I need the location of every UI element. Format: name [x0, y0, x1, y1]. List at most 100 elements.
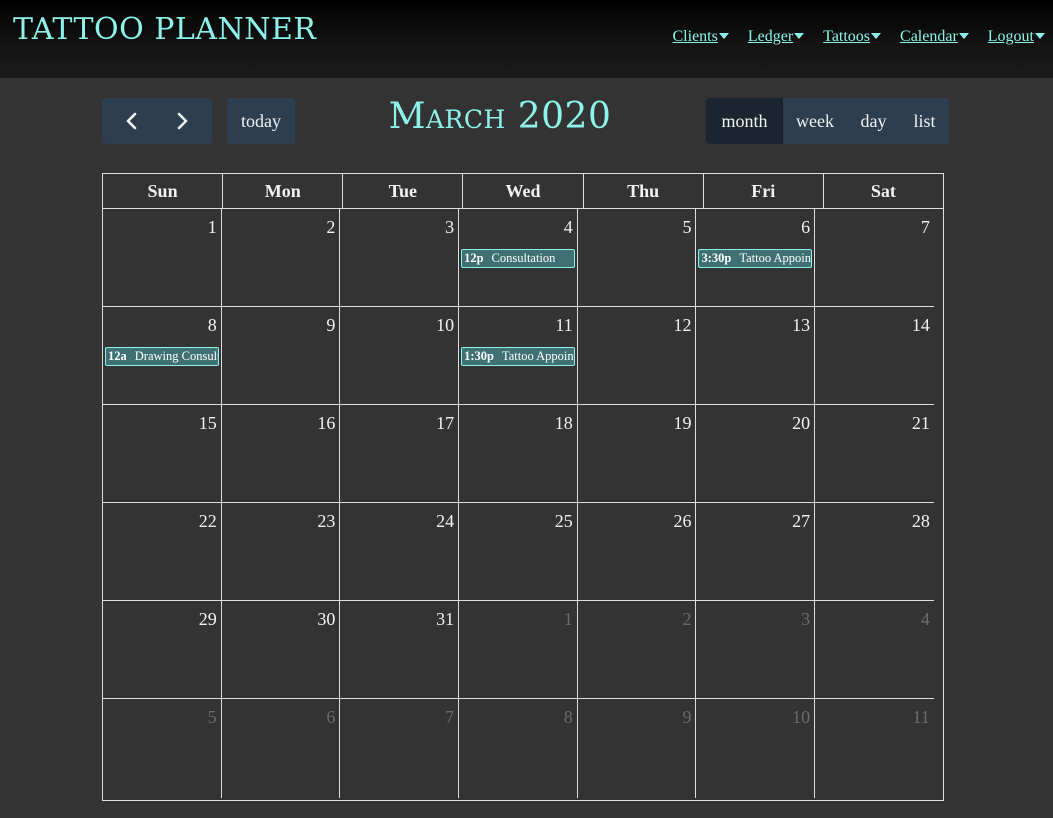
day-cell[interactable]: 23: [222, 503, 341, 600]
day-cell[interactable]: 5: [578, 209, 697, 306]
day-cell[interactable]: 8: [459, 699, 578, 798]
day-cell[interactable]: 20: [696, 405, 816, 502]
day-cell[interactable]: 29: [103, 601, 222, 698]
day-number[interactable]: 28: [912, 511, 930, 532]
day-cell[interactable]: 31: [340, 601, 460, 698]
day-number[interactable]: 27: [792, 511, 810, 532]
day-number[interactable]: 12: [673, 315, 691, 336]
calendar-event[interactable]: 3:30p Tattoo Appointment: [698, 249, 813, 268]
day-number[interactable]: 5: [682, 217, 691, 238]
day-cell[interactable]: 4: [815, 601, 934, 698]
day-number[interactable]: 25: [555, 511, 573, 532]
day-cell[interactable]: 10: [340, 307, 460, 404]
day-number[interactable]: 7: [921, 217, 930, 238]
day-cell[interactable]: 9: [578, 699, 697, 798]
day-number[interactable]: 19: [673, 413, 691, 434]
day-cell[interactable]: 2: [578, 601, 697, 698]
day-number[interactable]: 10: [436, 315, 454, 336]
nav-tattoos[interactable]: Tattoos: [823, 28, 882, 46]
day-cell[interactable]: 18: [459, 405, 578, 502]
day-number[interactable]: 31: [436, 609, 454, 630]
day-number[interactable]: 16: [317, 413, 335, 434]
day-number[interactable]: 29: [199, 609, 217, 630]
day-number[interactable]: 14: [912, 315, 930, 336]
day-cell[interactable]: 2: [222, 209, 341, 306]
day-number[interactable]: 9: [682, 707, 691, 728]
day-number[interactable]: 30: [317, 609, 335, 630]
prev-button[interactable]: [110, 98, 154, 144]
day-number[interactable]: 4: [564, 217, 573, 238]
day-number[interactable]: 11: [555, 315, 572, 336]
day-cell[interactable]: 21: [815, 405, 934, 502]
day-cell[interactable]: 4 12p Consultation: [459, 209, 578, 306]
day-cell[interactable]: 25: [459, 503, 578, 600]
day-cell[interactable]: 1: [459, 601, 578, 698]
day-number[interactable]: 18: [555, 413, 573, 434]
day-number[interactable]: 6: [801, 217, 810, 238]
day-cell[interactable]: 9: [222, 307, 341, 404]
day-cell[interactable]: 6: [222, 699, 341, 798]
day-number[interactable]: 1: [208, 217, 217, 238]
day-cell[interactable]: 6 3:30p Tattoo Appointment: [696, 209, 816, 306]
day-number[interactable]: 7: [445, 707, 454, 728]
calendar-event[interactable]: 12p Consultation: [461, 249, 575, 268]
day-cell[interactable]: 24: [340, 503, 460, 600]
view-day-button[interactable]: day: [847, 98, 900, 144]
day-cell[interactable]: 5: [103, 699, 222, 798]
day-cell[interactable]: 17: [340, 405, 460, 502]
nav-ledger[interactable]: Ledger: [748, 28, 805, 46]
calendar-event[interactable]: 1:30p Tattoo Appointment: [461, 347, 575, 366]
day-cell[interactable]: 27: [696, 503, 816, 600]
day-number[interactable]: 3: [801, 609, 810, 630]
day-number[interactable]: 8: [208, 315, 217, 336]
day-number[interactable]: 8: [564, 707, 573, 728]
day-number[interactable]: 11: [912, 707, 929, 728]
day-number[interactable]: 22: [199, 511, 217, 532]
day-number[interactable]: 24: [436, 511, 454, 532]
today-button[interactable]: today: [227, 98, 295, 144]
day-cell[interactable]: 12: [578, 307, 697, 404]
day-number[interactable]: 2: [682, 609, 691, 630]
day-cell[interactable]: 3: [340, 209, 460, 306]
day-number[interactable]: 6: [326, 707, 335, 728]
nav-clients[interactable]: Clients: [673, 28, 729, 46]
day-cell[interactable]: 10: [696, 699, 816, 798]
day-cell[interactable]: 11: [815, 699, 934, 798]
day-number[interactable]: 4: [921, 609, 930, 630]
view-month-button[interactable]: month: [706, 98, 783, 144]
day-number[interactable]: 3: [445, 217, 454, 238]
day-cell[interactable]: 22: [103, 503, 222, 600]
day-cell[interactable]: 28: [815, 503, 934, 600]
view-list-button[interactable]: list: [900, 98, 949, 144]
day-number[interactable]: 15: [199, 413, 217, 434]
day-cell[interactable]: 16: [222, 405, 341, 502]
day-cell[interactable]: 15: [103, 405, 222, 502]
day-cell[interactable]: 11 1:30p Tattoo Appointment: [459, 307, 578, 404]
day-number[interactable]: 1: [564, 609, 573, 630]
day-cell[interactable]: 30: [222, 601, 341, 698]
day-number[interactable]: 17: [436, 413, 454, 434]
day-cell[interactable]: 7: [815, 209, 934, 306]
day-number[interactable]: 26: [673, 511, 691, 532]
day-cell[interactable]: 7: [340, 699, 460, 798]
day-cell[interactable]: 13: [696, 307, 816, 404]
day-number[interactable]: 13: [792, 315, 810, 336]
day-number[interactable]: 23: [317, 511, 335, 532]
calendar-event[interactable]: 12a Drawing Consultation: [105, 347, 219, 366]
day-number[interactable]: 10: [792, 707, 810, 728]
day-cell[interactable]: 26: [578, 503, 697, 600]
nav-calendar[interactable]: Calendar: [900, 28, 969, 46]
brand-logo[interactable]: TATTOO PLANNER: [13, 12, 316, 47]
next-button[interactable]: [160, 98, 204, 144]
day-number[interactable]: 9: [326, 315, 335, 336]
view-week-button[interactable]: week: [783, 98, 847, 144]
nav-logout[interactable]: Logout: [988, 28, 1045, 46]
day-number[interactable]: 21: [912, 413, 930, 434]
day-cell[interactable]: 8 12a Drawing Consultation: [103, 307, 222, 404]
day-cell[interactable]: 1: [103, 209, 222, 306]
day-cell[interactable]: 19: [578, 405, 697, 502]
day-cell[interactable]: 14: [815, 307, 934, 404]
day-number[interactable]: 5: [208, 707, 217, 728]
day-cell[interactable]: 3: [696, 601, 816, 698]
day-number[interactable]: 20: [792, 413, 810, 434]
